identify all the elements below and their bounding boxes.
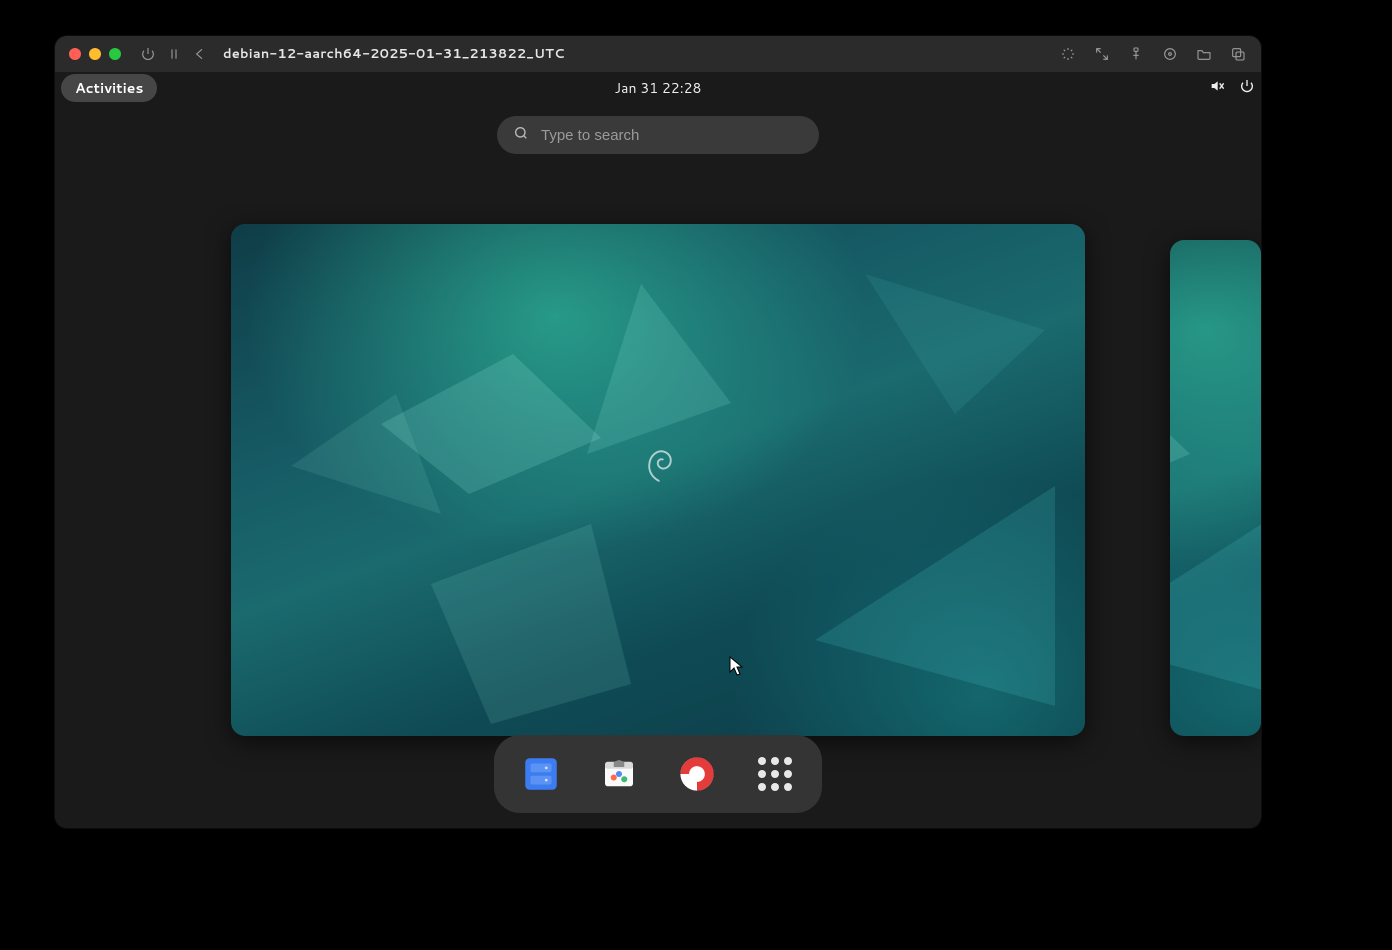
dock-item-help[interactable]: [672, 749, 722, 799]
search-icon: [513, 124, 529, 147]
search-input[interactable]: [541, 127, 803, 144]
clock[interactable]: Jan 31 22:28: [615, 78, 702, 98]
vm-titlebar-right: [1059, 45, 1247, 63]
dock-item-app-grid[interactable]: [750, 749, 800, 799]
maximize-button[interactable]: [109, 48, 121, 60]
window-controls: [69, 48, 121, 60]
dock-item-files[interactable]: [516, 749, 566, 799]
dash: [494, 735, 822, 813]
pause-icon[interactable]: [165, 45, 183, 63]
expand-icon[interactable]: [1093, 45, 1111, 63]
vm-titlebar: debian-12-aarch64-2025-01-31_213822_UTC: [55, 36, 1261, 72]
vm-title: debian-12-aarch64-2025-01-31_213822_UTC: [223, 45, 565, 63]
windows-icon[interactable]: [1229, 45, 1247, 63]
volume-muted-icon[interactable]: [1209, 78, 1225, 99]
back-icon[interactable]: [191, 45, 209, 63]
mouse-cursor-icon: [729, 656, 743, 676]
power-icon[interactable]: [1239, 78, 1255, 99]
app-grid-icon: [758, 757, 792, 791]
gnome-topbar: Activities Jan 31 22:28: [55, 72, 1261, 104]
debian-logo-icon: [641, 446, 675, 484]
close-button[interactable]: [69, 48, 81, 60]
minimize-button[interactable]: [89, 48, 101, 60]
vm-window: debian-12-aarch64-2025-01-31_213822_UTC: [55, 36, 1261, 828]
spinner-icon[interactable]: [1059, 45, 1077, 63]
workspace-2[interactable]: [1170, 240, 1261, 736]
overview-search[interactable]: [497, 116, 819, 154]
dock-item-software[interactable]: [594, 749, 644, 799]
disc-icon[interactable]: [1161, 45, 1179, 63]
guest-screen: Activities Jan 31 22:28: [55, 72, 1261, 828]
usb-icon[interactable]: [1127, 45, 1145, 63]
wallpaper: [1170, 240, 1261, 736]
power-icon[interactable]: [139, 45, 157, 63]
activities-button[interactable]: Activities: [61, 74, 157, 102]
folder-icon[interactable]: [1195, 45, 1213, 63]
workspace-1[interactable]: [231, 224, 1085, 736]
status-area[interactable]: [1209, 78, 1255, 99]
